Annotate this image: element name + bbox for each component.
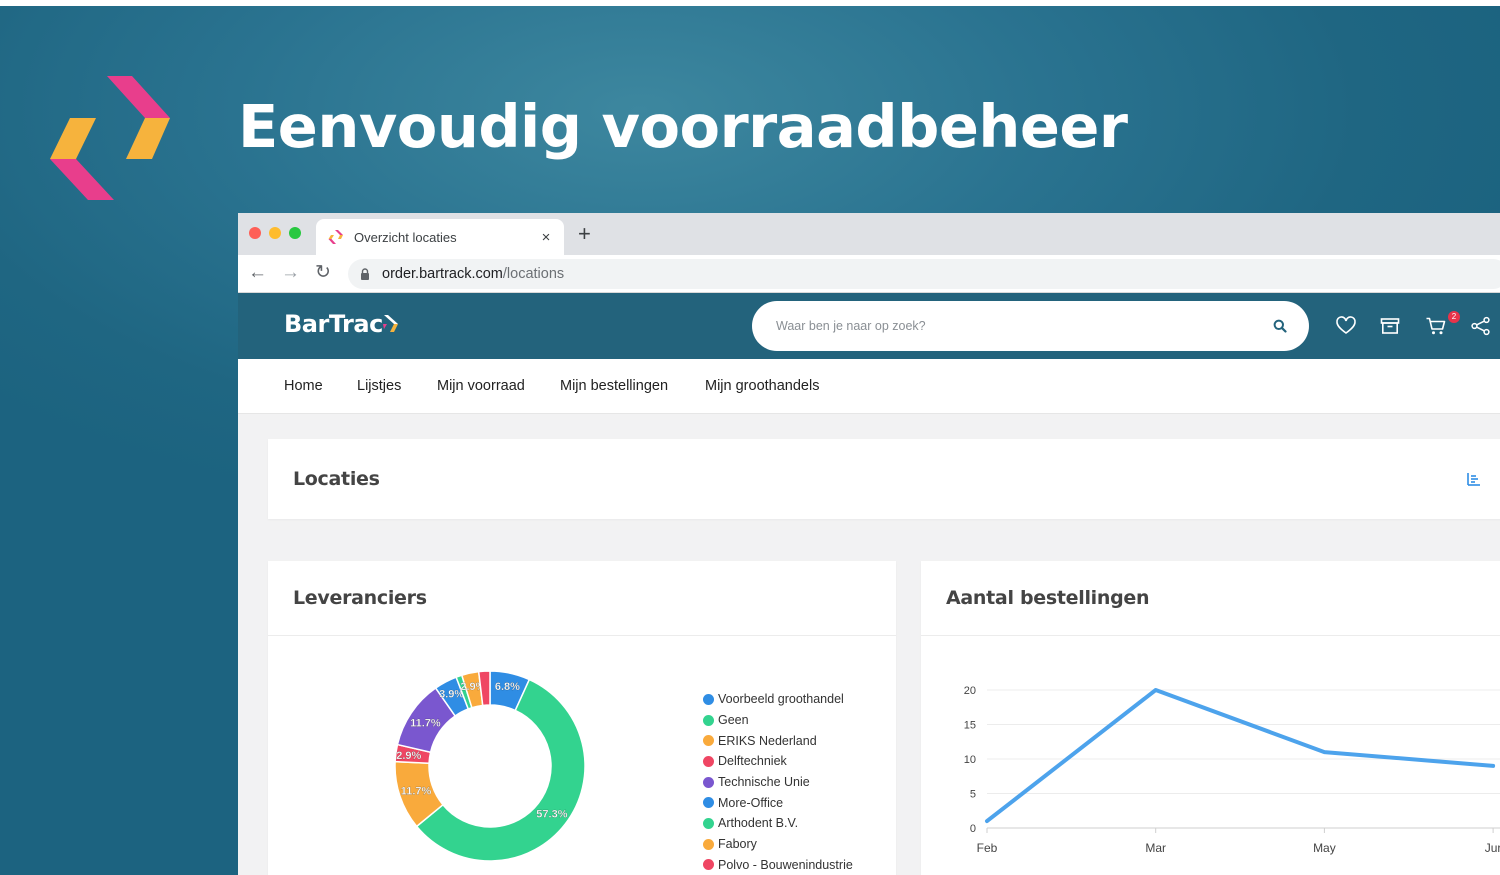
url-host: order.bartrack.com [382,266,503,282]
window-maximize-dot[interactable] [289,227,301,239]
window-minimize-dot[interactable] [269,227,281,239]
legend-dot [703,735,714,747]
legend-label: Arthodent B.V. [718,816,799,831]
app-logo-mark-icon [382,315,398,332]
search-box [752,301,1309,351]
locaties-title: Locaties [293,468,380,490]
donut-slice-label: 11.7% [410,717,441,729]
browser-tab[interactable]: Overzicht locaties × [316,219,564,255]
legend-item[interactable]: Technische Unie [703,772,853,793]
legend-dot [703,797,714,809]
legend-item[interactable]: Fabory [703,834,853,855]
x-tick-label: Mar [1145,841,1166,855]
leveranciers-donut-chart: 6.8%57.3%11.7%2.9%11.7%3.9%2.9% [394,670,586,862]
main-nav: Home Lijstjes Mijn voorraad Mijn bestell… [238,359,1500,414]
nav-mijn-groothandels[interactable]: Mijn groothandels [705,378,819,394]
nav-mijn-voorraad[interactable]: Mijn voorraad [437,378,525,394]
tab-title: Overzicht locaties [354,229,457,245]
y-tick-label: 0 [970,823,976,835]
bartrack-favicon-icon [328,230,343,244]
bestellingen-header: Aantal bestellingen [921,561,1500,636]
cart-icon[interactable] [1425,315,1447,337]
legend-item[interactable]: ERIKS Nederland [703,730,853,751]
legend-label: Delftechniek [718,754,787,769]
legend-dot [703,776,714,788]
forward-arrow-icon[interactable]: → [281,263,300,283]
bartrack-logo-icon [50,76,170,200]
leveranciers-card: Leveranciers 6.8% 57.3% 11.7% 2.9% 11.7% 3.9%… [268,561,896,875]
address-bar: ← → ↻ order.bartrack.com/locations [238,255,1500,293]
top-strip [0,0,1500,6]
legend-item[interactable]: Arthodent B.V. [703,813,853,834]
hero-title: Eenvoudig voorraadbeheer [238,92,1128,161]
x-tick-label: May [1313,841,1336,855]
back-arrow-icon[interactable]: ← [248,263,267,283]
legend-dot [703,817,714,829]
share-icon[interactable] [1470,315,1492,337]
app-logo-text: BarTrac [284,310,383,338]
search-input[interactable] [776,319,1273,333]
nav-lijstjes[interactable]: Lijstjes [357,378,401,394]
bestellingen-line-chart: 0 5 10 15 20 Feb Mar May Jur [964,685,1500,855]
nav-mijn-bestellingen[interactable]: Mijn bestellingen [560,378,668,394]
donut-slice-label: 2.9% [396,750,421,762]
reload-icon[interactable]: ↻ [315,263,331,283]
legend-dot [703,859,714,871]
browser-tabbar: Overzicht locaties × + [238,213,1500,255]
legend-label: More-Office [718,795,784,810]
lock-icon [361,268,369,280]
legend-dot [703,755,714,767]
legend-item[interactable]: Delftechniek [703,751,853,772]
leveranciers-legend: Voorbeeld groothandel Geen ERIKS Nederland… [703,689,853,875]
browser-window: Overzicht locaties × + ← → ↻ order.bartr… [238,213,1500,875]
legend-label: Polvo - Bouwenindustrie [718,857,853,872]
url-field[interactable]: order.bartrack.com/locations [348,259,1500,289]
leveranciers-title: Leveranciers [293,587,427,609]
chart-view-icon[interactable] [1466,471,1482,487]
new-tab-button[interactable]: + [578,223,591,245]
tab-close-icon[interactable]: × [538,229,554,246]
legend-dot [703,838,714,850]
bestellingen-card: Aantal bestellingen 0 5 10 15 20 Feb Mar May Jur [921,561,1500,875]
y-tick-label: 15 [964,720,976,732]
app-logo[interactable]: BarTrac [284,310,399,338]
donut-slice-label: 11.7% [401,786,432,798]
window-close-dot[interactable] [249,227,261,239]
search-icon[interactable] [1273,319,1287,333]
archive-box-icon[interactable] [1379,315,1401,337]
legend-label: Voorbeeld groothandel [718,692,844,707]
y-tick-label: 10 [964,754,976,766]
donut-slice-label: 6.8% [495,681,520,693]
legend-dot [703,693,714,705]
locaties-card: Locaties [268,439,1500,519]
legend-item[interactable]: Voorbeeld groothandel [703,689,853,710]
legend-dot [703,714,714,726]
leveranciers-header: Leveranciers [268,561,896,636]
bestellingen-title: Aantal bestellingen [946,587,1150,609]
legend-item[interactable]: More-Office [703,792,853,813]
y-tick-label: 5 [970,789,976,801]
series-line[interactable] [985,688,1496,824]
legend-label: Fabory [718,837,757,852]
url-path: /locations [502,266,565,282]
cart-count-badge: 2 [1448,311,1460,323]
legend-label: Technische Unie [718,775,810,790]
y-tick-label: 20 [964,685,976,697]
legend-label: ERIKS Nederland [718,733,817,748]
x-tick-label: Feb [977,841,998,855]
app-header: BarTrac 2 [238,293,1500,359]
legend-item[interactable]: Geen [703,710,853,731]
nav-home[interactable]: Home [284,378,323,394]
legend-item[interactable]: Polvo - Bouwenindustrie [703,855,853,875]
legend-label: Geen [718,713,749,728]
x-tick-label: Jur [1485,841,1500,855]
donut-slice-label: 57.3% [536,808,567,820]
heart-icon[interactable] [1335,315,1357,337]
